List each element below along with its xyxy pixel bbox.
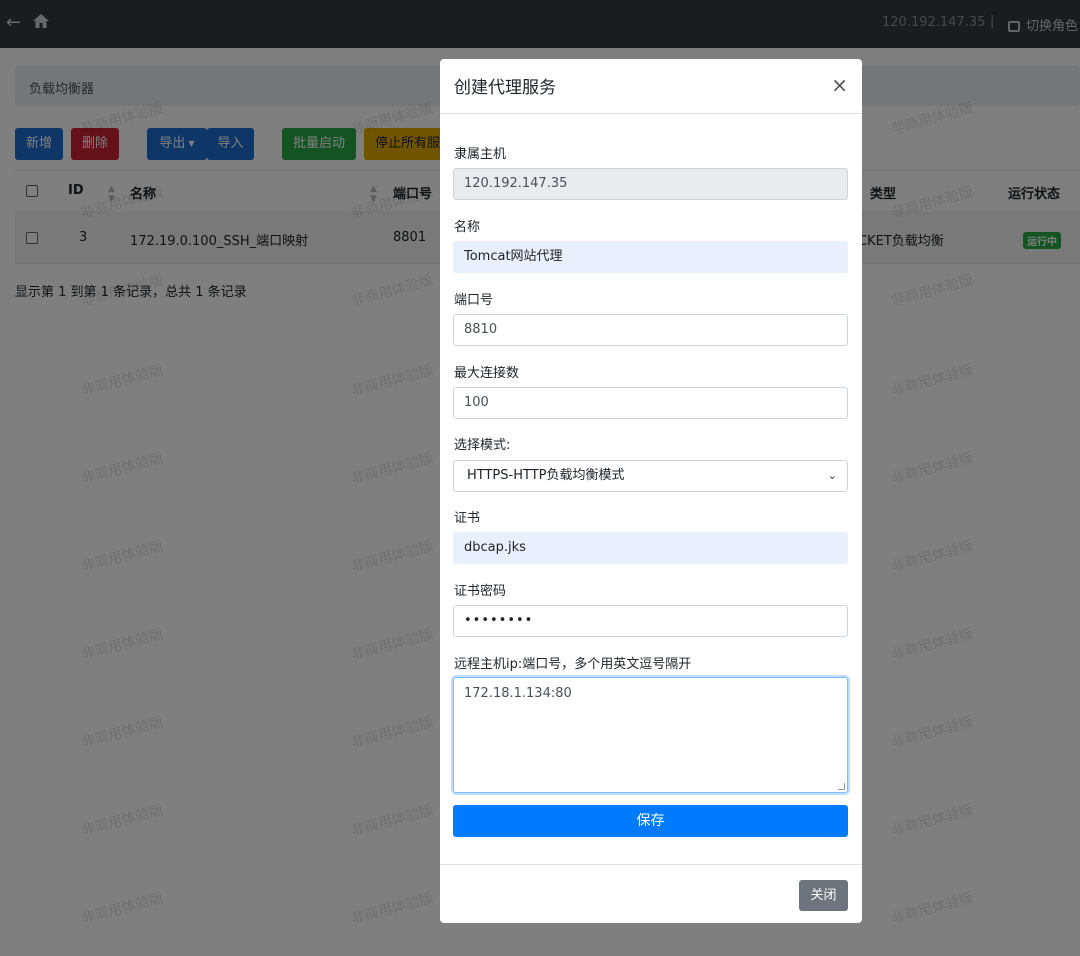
modal-title: 创建代理服务 bbox=[454, 78, 556, 98]
host-label: 隶属主机 bbox=[454, 147, 507, 162]
cert-input[interactable]: dbcap.jks bbox=[453, 532, 848, 564]
mode-label: 选择模式: bbox=[454, 438, 511, 453]
create-proxy-modal: 创建代理服务 × 隶属主机 120.192.147.35 名称 Tomcat网站… bbox=[440, 59, 862, 923]
remote-hosts-value: 172.18.1.134:80 bbox=[464, 686, 572, 701]
mode-select[interactable]: HTTPS-HTTP负载均衡模式 ⌄ bbox=[453, 460, 848, 492]
mode-select-value: HTTPS-HTTP负载均衡模式 bbox=[467, 468, 625, 483]
chevron-down-icon: ⌄ bbox=[827, 469, 837, 482]
close-button[interactable]: 关闭 bbox=[799, 880, 848, 911]
close-icon[interactable]: × bbox=[831, 73, 848, 97]
max-connections-input[interactable]: 100 bbox=[453, 387, 848, 419]
port-label: 端口号 bbox=[454, 293, 494, 308]
cert-password-input[interactable]: •••••••• bbox=[453, 605, 848, 637]
cert-label: 证书 bbox=[454, 511, 481, 526]
cert-password-label: 证书密码 bbox=[454, 584, 507, 599]
remote-hosts-textarea[interactable]: 172.18.1.134:80 bbox=[453, 677, 848, 793]
host-input: 120.192.147.35 bbox=[453, 168, 848, 200]
resize-handle-icon[interactable] bbox=[838, 783, 845, 790]
modal-footer: 关闭 bbox=[440, 864, 862, 924]
remote-hosts-label: 远程主机ip:端口号，多个用英文逗号隔开 bbox=[454, 657, 692, 672]
name-input[interactable]: Tomcat网站代理 bbox=[453, 241, 848, 273]
save-button[interactable]: 保存 bbox=[453, 805, 848, 837]
port-input[interactable]: 8810 bbox=[453, 314, 848, 346]
max-connections-label: 最大连接数 bbox=[454, 366, 520, 381]
modal-header: 创建代理服务 × bbox=[440, 59, 862, 114]
name-label: 名称 bbox=[454, 220, 481, 235]
